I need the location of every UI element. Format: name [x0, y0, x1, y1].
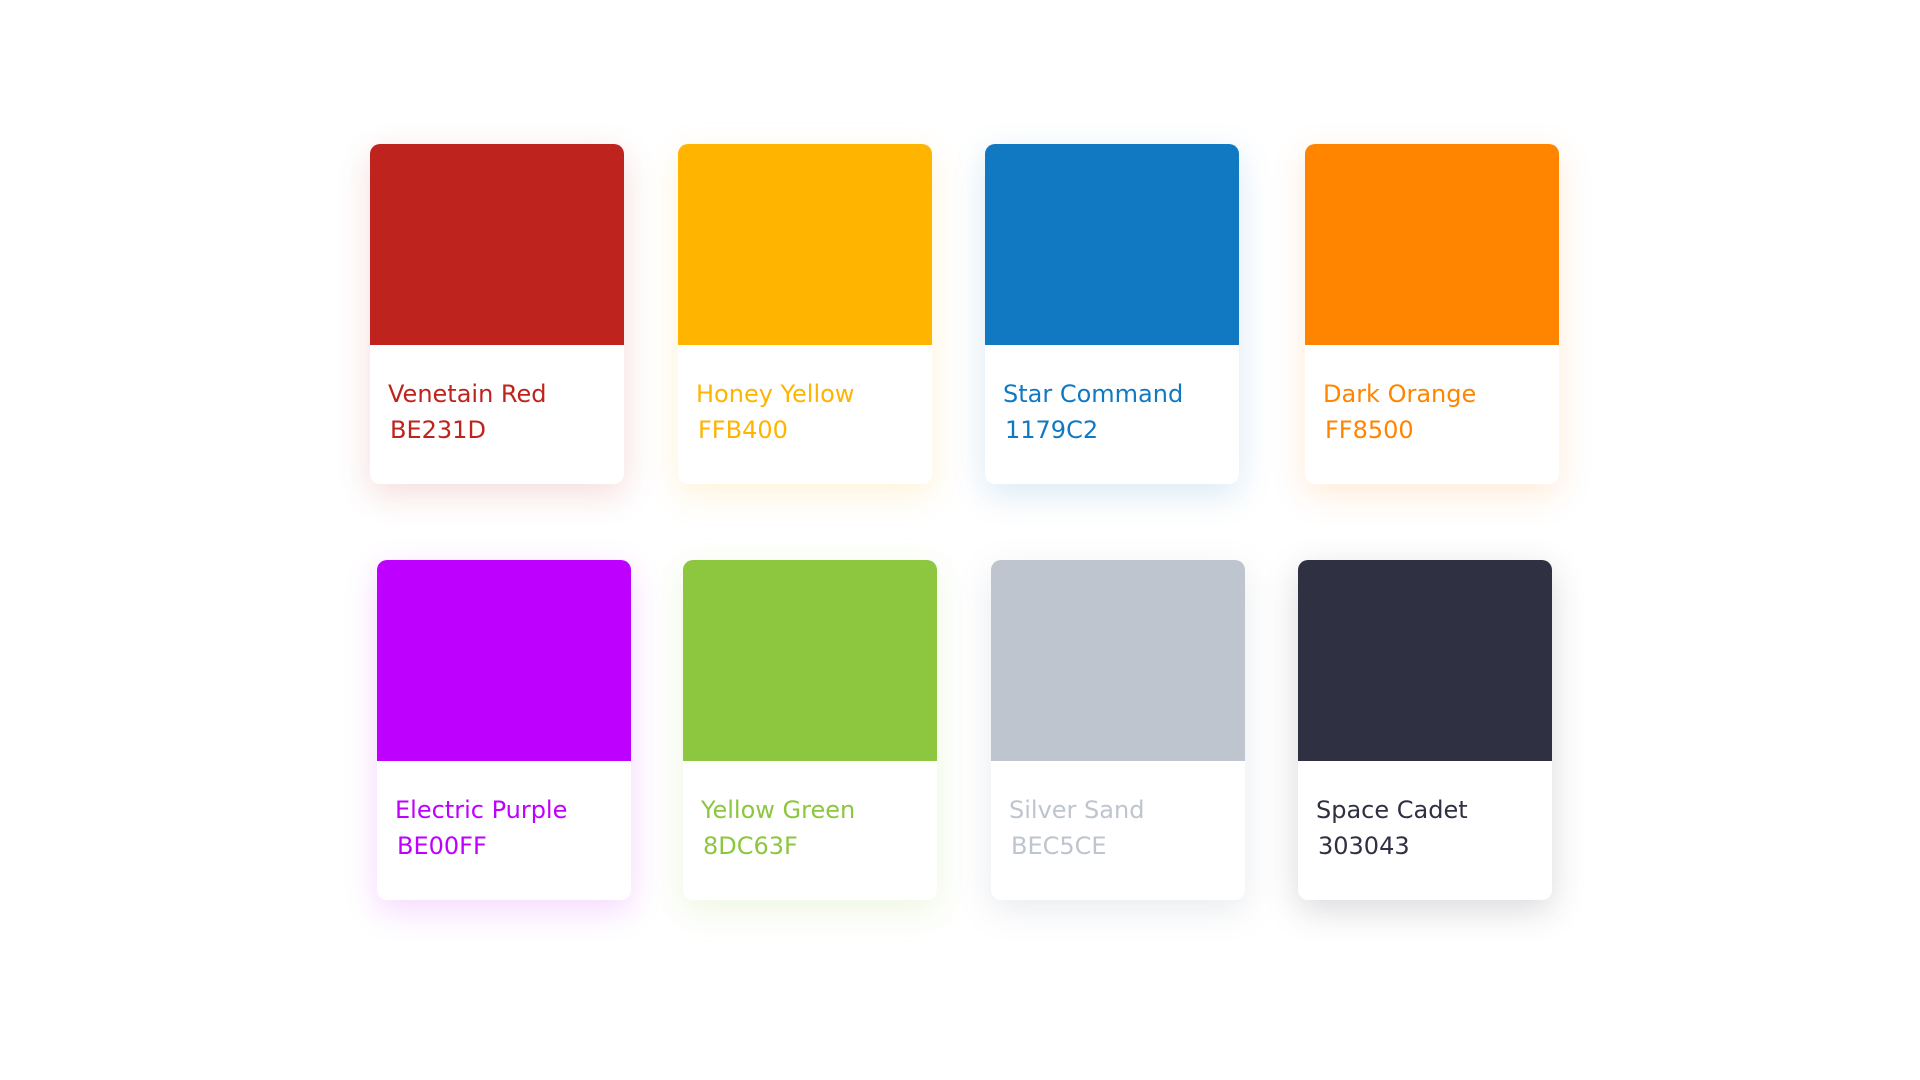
color-swatch [1298, 560, 1552, 761]
color-hex: BE231D [390, 416, 486, 444]
color-info: Dark Orange FF8500 [1305, 345, 1559, 445]
color-hex: 303043 [1318, 832, 1410, 860]
color-swatch [370, 144, 624, 345]
color-info: Star Command 1179C2 [985, 345, 1239, 445]
color-info: Silver Sand BEC5CE [991, 761, 1245, 861]
color-hex: 1179C2 [1005, 416, 1099, 444]
color-card-electric-purple: Electric Purple BE00FF [377, 560, 631, 900]
color-card-space-cadet: Space Cadet 303043 [1298, 560, 1552, 900]
color-info: Venetain Red BE231D [370, 345, 624, 445]
color-card-honey-yellow: Honey Yellow FFB400 [678, 144, 932, 484]
color-swatch [985, 144, 1239, 345]
color-name: Silver Sand [1009, 796, 1145, 824]
color-name: Honey Yellow [696, 380, 855, 408]
color-hex: BEC5CE [1011, 832, 1107, 860]
color-swatch [377, 560, 631, 761]
color-name: Space Cadet [1316, 796, 1468, 824]
color-card-dark-orange: Dark Orange FF8500 [1305, 144, 1559, 484]
color-swatch [678, 144, 932, 345]
color-card-venetain-red: Venetain Red BE231D [370, 144, 624, 484]
color-card-star-command: Star Command 1179C2 [985, 144, 1239, 484]
color-info: Honey Yellow FFB400 [678, 345, 932, 445]
color-card-yellow-green: Yellow Green 8DC63F [683, 560, 937, 900]
color-swatch [991, 560, 1245, 761]
color-name: Venetain Red [388, 380, 547, 408]
color-swatch [1305, 144, 1559, 345]
color-name: Star Command [1003, 380, 1184, 408]
color-name: Electric Purple [395, 796, 568, 824]
color-hex: FF8500 [1325, 416, 1414, 444]
color-hex: BE00FF [397, 832, 487, 860]
color-card-silver-sand: Silver Sand BEC5CE [991, 560, 1245, 900]
color-info: Space Cadet 303043 [1298, 761, 1552, 861]
color-name: Dark Orange [1323, 380, 1477, 408]
color-info: Yellow Green 8DC63F [683, 761, 937, 861]
color-hex: FFB400 [698, 416, 788, 444]
color-hex: 8DC63F [703, 832, 798, 860]
color-swatch [683, 560, 937, 761]
color-name: Yellow Green [701, 796, 856, 824]
color-info: Electric Purple BE00FF [377, 761, 631, 861]
